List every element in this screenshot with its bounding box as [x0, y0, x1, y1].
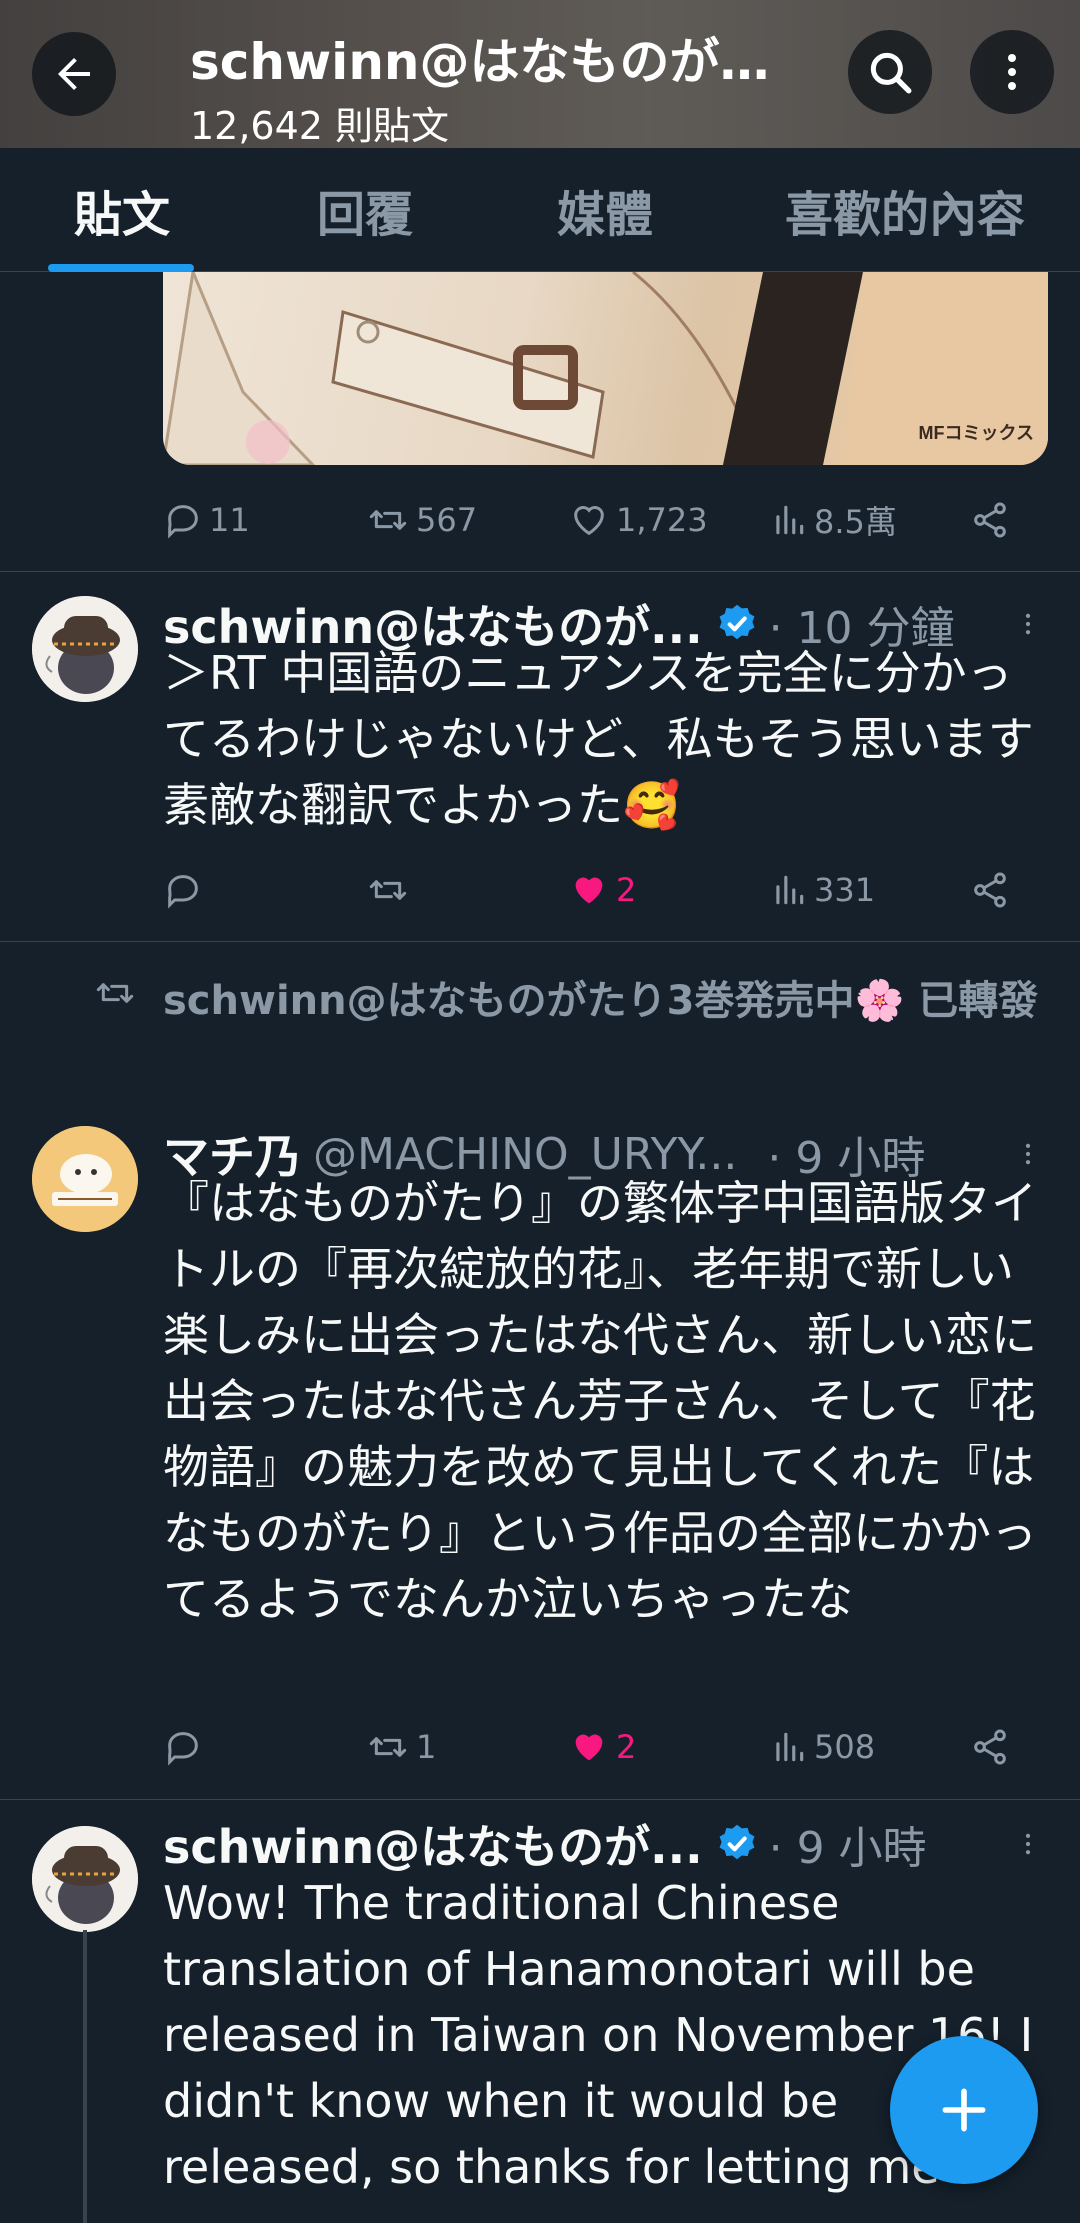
- search-icon: [870, 52, 912, 94]
- tweet-text: Wow! The traditional Chinese translation…: [163, 1876, 1034, 2194]
- more-vertical-icon: [1008, 54, 1016, 90]
- profile-header: schwinn@はなものがたり3巻発売中🌸 12,642 則貼文: [0, 0, 1080, 148]
- retweet-button[interactable]: [366, 860, 416, 920]
- retweet-icon: [96, 983, 134, 1003]
- post-count: 12,642 則貼文: [190, 104, 450, 148]
- tab-label: 喜歡的內容: [784, 187, 1025, 243]
- retweet-icon: [369, 1737, 407, 1757]
- more-vertical-icon: [1025, 1143, 1031, 1165]
- views-button[interactable]: 508: [770, 1717, 875, 1777]
- heart-filled-icon: [575, 1734, 603, 1761]
- tab-media[interactable]: 媒體: [510, 148, 700, 272]
- tab-posts[interactable]: 貼文: [30, 148, 214, 272]
- like-count: 2: [616, 871, 637, 909]
- views-bar-chart-icon: [776, 505, 804, 535]
- tweet-menu-button[interactable]: [1010, 1812, 1046, 1876]
- tab-active-indicator: [48, 264, 194, 272]
- thread-connector-line: [83, 1930, 87, 2223]
- views-button[interactable]: 331: [770, 860, 875, 920]
- like-button[interactable]: 2: [568, 1717, 636, 1777]
- views-button[interactable]: 8.5萬: [770, 490, 897, 550]
- avatar[interactable]: [32, 1826, 138, 1932]
- tab-label: 媒體: [556, 187, 653, 243]
- tweet-text: 『はなものがたり』の繁体字中国語版タイトルの『再次綻放的花』、老年期で新しい楽し…: [163, 1176, 1037, 1626]
- tweet-header: schwinn@はなものが... · 9 小時: [163, 1812, 927, 1876]
- views-bar-chart-icon: [776, 1732, 804, 1762]
- share-button[interactable]: [970, 860, 1010, 920]
- reply-button[interactable]: [163, 1717, 209, 1777]
- view-count: 8.5萬: [814, 503, 897, 541]
- views-bar-chart-icon: [776, 875, 804, 905]
- avatar-illustration: [32, 1826, 138, 1932]
- like-count: 1,723: [616, 501, 708, 539]
- view-count: 508: [814, 1728, 876, 1766]
- view-count: 331: [814, 871, 876, 909]
- search-button[interactable]: [848, 30, 932, 114]
- more-options-button[interactable]: [970, 30, 1054, 114]
- tweet-text: ＞RT 中国語のニュアンスを完全に分かってるわけじゃないけど、私もそう思います …: [163, 646, 1080, 832]
- tweet-actions: 2 331: [163, 860, 1023, 920]
- tab-label: 回覆: [316, 187, 413, 243]
- tweet-media-image[interactable]: MFコミックス: [163, 272, 1048, 465]
- share-icon: [974, 1729, 1006, 1765]
- retweeted-by-label[interactable]: schwinn@はなものがたり3巻発売中🌸 已轉發: [163, 968, 1043, 1034]
- share-icon: [974, 502, 1006, 538]
- tab-replies[interactable]: 回覆: [270, 148, 460, 272]
- compose-button[interactable]: [890, 2036, 1038, 2184]
- more-vertical-icon: [1025, 613, 1031, 635]
- tweet-actions: 1 2 508: [163, 1717, 1023, 1777]
- tweet-timestamp[interactable]: · 9 小時: [769, 1812, 927, 1876]
- heart-filled-icon: [575, 877, 603, 904]
- share-button[interactable]: [970, 1717, 1010, 1777]
- retweet-button[interactable]: 567: [366, 490, 477, 550]
- tab-likes[interactable]: 喜歡的內容: [760, 148, 1050, 272]
- verified-badge-icon: [719, 1824, 755, 1860]
- retweet-button[interactable]: 1: [366, 1717, 436, 1777]
- share-button[interactable]: [970, 490, 1010, 550]
- reply-icon: [168, 1732, 198, 1766]
- reply-icon: [168, 875, 198, 909]
- like-button[interactable]: 1,723: [568, 490, 708, 550]
- profile-tabs: 貼文 回覆 媒體 喜歡的內容: [0, 148, 1080, 272]
- reply-button[interactable]: 11: [163, 490, 250, 550]
- tweet-divider: [0, 941, 1080, 942]
- arrow-left-icon: [58, 58, 90, 90]
- like-count: 2: [616, 1728, 637, 1766]
- manga-illustration: [163, 272, 1048, 465]
- media-publisher-label: MFコミックス: [918, 423, 1034, 443]
- tweet-actions: 11 567 1,723 8.5萬: [163, 490, 1023, 550]
- plus-icon: [942, 2088, 986, 2132]
- like-button[interactable]: 2: [568, 860, 636, 920]
- tweet-divider: [0, 1799, 1080, 1800]
- more-vertical-icon: [1025, 1833, 1031, 1855]
- tab-label: 貼文: [73, 187, 170, 243]
- profile-name: schwinn@はなものがたり3巻発売中🌸: [190, 33, 780, 91]
- author-name[interactable]: schwinn@はなものが...: [163, 1811, 703, 1877]
- heart-outline-icon: [574, 506, 604, 536]
- retweet-icon: [369, 880, 407, 900]
- share-icon: [974, 872, 1006, 908]
- reply-icon: [168, 505, 198, 539]
- tweet-divider: [0, 571, 1080, 572]
- avatar[interactable]: [32, 1126, 138, 1232]
- avatar-illustration: [32, 1126, 138, 1232]
- avatar-illustration: [32, 596, 138, 702]
- avatar[interactable]: [32, 596, 138, 702]
- retweet-count: 1: [416, 1728, 437, 1766]
- retweet-count: 567: [416, 501, 478, 539]
- retweet-icon: [369, 510, 407, 530]
- reply-button[interactable]: [163, 860, 209, 920]
- back-button[interactable]: [32, 32, 116, 116]
- reply-count: 11: [209, 501, 250, 539]
